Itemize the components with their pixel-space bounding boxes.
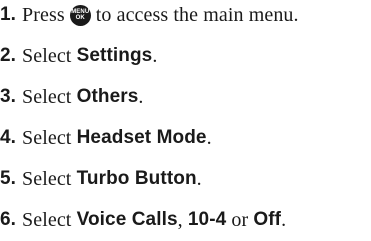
step-text: Select	[22, 208, 77, 231]
step-1: 1. Press MENU OK to access the main menu…	[0, 2, 299, 28]
step-6: 6. Select Voice Calls , 10-4 or Off .	[0, 208, 287, 231]
step-5: 5. Select Turbo Button .	[0, 167, 202, 190]
menu-option-others: Others	[76, 86, 139, 107]
step-text: to access the main menu.	[95, 3, 299, 26]
step-3: 3. Select Others .	[0, 85, 144, 108]
step-text: Select	[22, 167, 77, 190]
step-number: 2.	[0, 45, 17, 66]
step-number: 5.	[0, 168, 17, 189]
option-voice-calls: Voice Calls	[76, 209, 178, 230]
step-text: Press	[22, 3, 65, 26]
step-text: Select	[22, 85, 77, 108]
menu-ok-key-icon: MENU OK	[69, 4, 91, 26]
menu-option-headset-mode: Headset Mode	[76, 127, 207, 148]
option-10-4: 10-4	[187, 209, 227, 230]
step-4: 4. Select Headset Mode .	[0, 126, 212, 149]
menu-option-turbo-button: Turbo Button	[76, 168, 197, 189]
menu-option-settings: Settings	[76, 45, 153, 66]
step-number: 4.	[0, 127, 17, 148]
option-off: Off	[253, 209, 282, 230]
step-2: 2. Select Settings .	[0, 44, 158, 67]
step-number: 3.	[0, 86, 17, 107]
step-number: 6.	[0, 209, 17, 230]
step-number: 1.	[0, 4, 17, 25]
step-text: Select	[22, 126, 77, 149]
step-text: Select	[22, 44, 77, 67]
